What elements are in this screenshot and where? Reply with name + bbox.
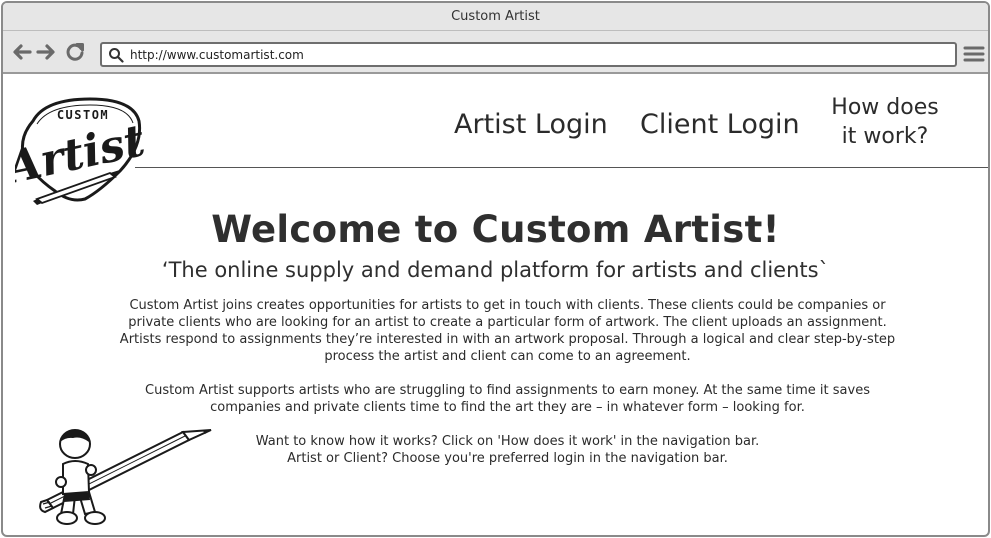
browser-window: Custom Artist CUSTOM Artist [1, 1, 990, 537]
page-title: Welcome to Custom Artist! [211, 208, 780, 251]
browser-toolbar [3, 31, 988, 74]
nav-divider [135, 167, 988, 168]
site-logo[interactable]: CUSTOM Artist [15, 91, 145, 206]
intro-line-3: Artists respond to assignments they’re i… [119, 332, 896, 347]
page-subtitle: ‘The online supply and demand platform f… [161, 258, 830, 282]
intro-line-1: Custom Artist joins creates opportunitie… [129, 298, 886, 313]
search-icon [109, 47, 124, 63]
help-paragraph: Want to know how it works? Click on 'How… [113, 433, 902, 467]
intro-line-2: private clients who are looking for an a… [128, 315, 887, 330]
pencil-mascot-illustration [33, 424, 218, 529]
support-paragraph: Custom Artist supports artists who are s… [113, 382, 902, 416]
intro-line-4: process the artist and client can come t… [324, 349, 691, 364]
forward-arrow-icon[interactable] [35, 41, 57, 63]
how-link-line2: it work? [841, 124, 929, 149]
hamburger-menu-icon[interactable] [963, 45, 985, 63]
page-content: CUSTOM Artist Artist Login Client Login … [3, 76, 988, 535]
title-bar: Custom Artist [3, 3, 988, 31]
help-line-1: Want to know how it works? Click on 'How… [255, 434, 760, 449]
artist-login-link[interactable]: Artist Login [454, 109, 608, 140]
logo-top-text: CUSTOM [57, 108, 109, 122]
client-login-link[interactable]: Client Login [640, 109, 800, 140]
intro-paragraph: Custom Artist joins creates opportunitie… [113, 297, 902, 365]
reload-icon[interactable] [64, 41, 86, 63]
window-title: Custom Artist [451, 9, 540, 24]
back-arrow-icon[interactable] [11, 41, 33, 63]
address-bar[interactable] [100, 42, 957, 67]
help-line-2: Artist or Client? Choose you're preferre… [287, 451, 728, 466]
support-line-2: companies and private clients time to fi… [210, 400, 805, 415]
how-link-line1: How does [831, 95, 939, 120]
support-line-1: Custom Artist supports artists who are s… [145, 383, 870, 398]
url-input[interactable] [130, 47, 955, 62]
how-does-it-work-link[interactable]: How does it work? [825, 93, 945, 151]
